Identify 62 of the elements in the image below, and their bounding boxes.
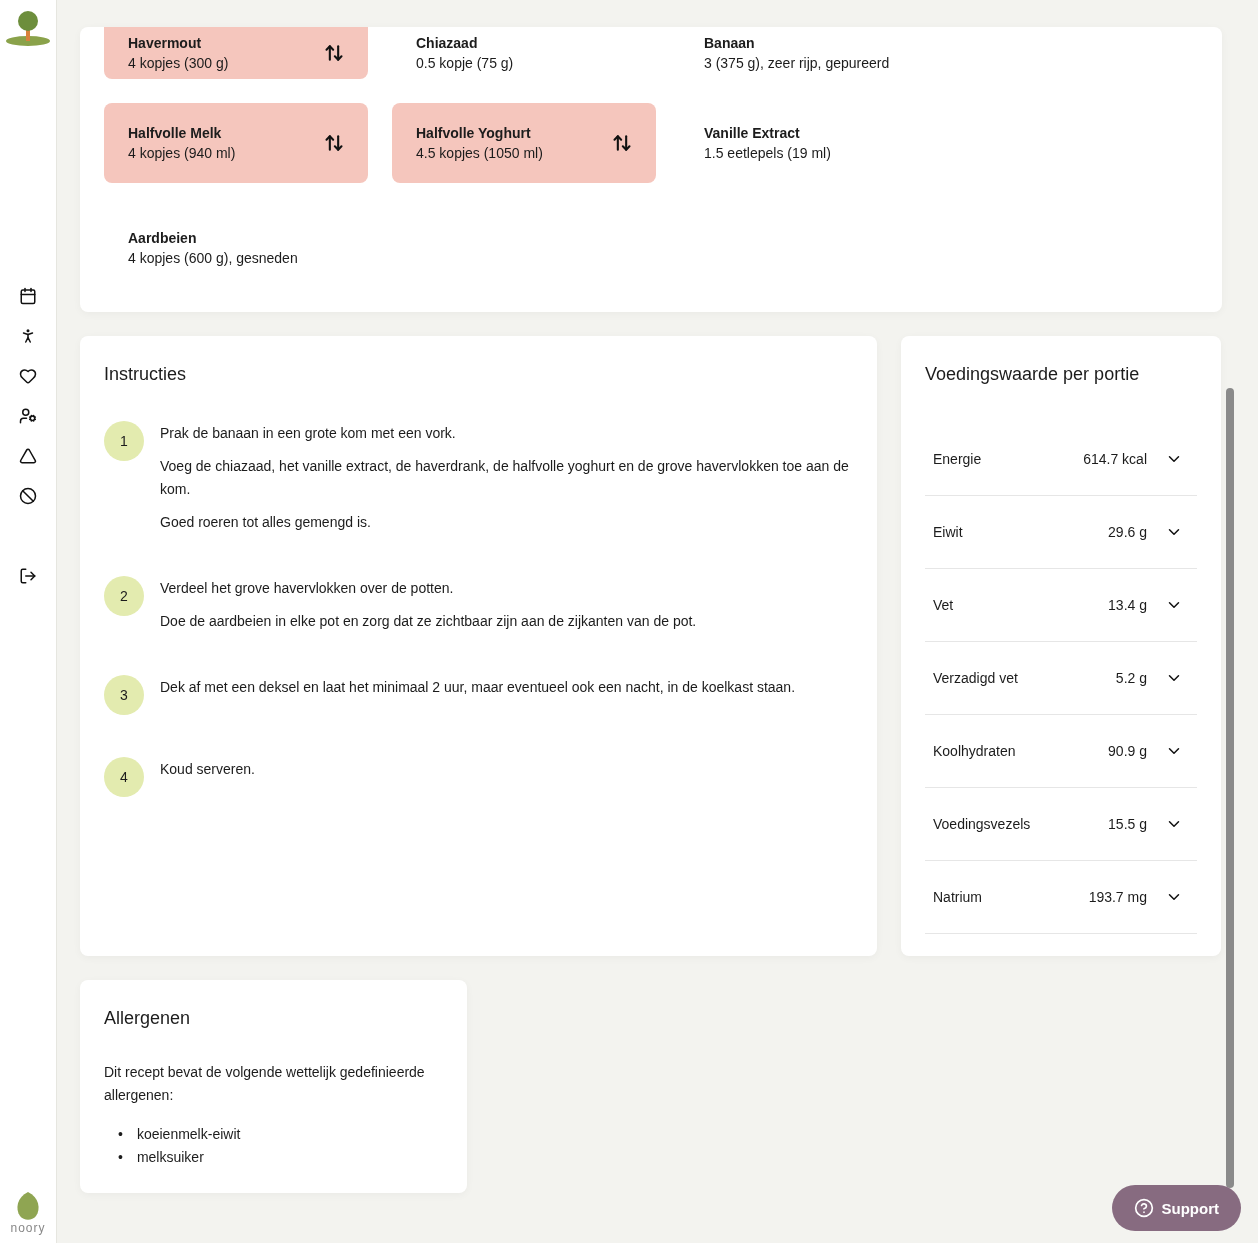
scrollbar-thumb[interactable] [1226,388,1234,1188]
step-text: Goed roeren tot alles gemengd is. [160,513,372,532]
step-text: Doe de aardbeien in elke pot en zorg dat ze zichtbaar zijn aan de zijkanten van de pot. [160,612,697,631]
ingredient-name: Halfvolle Melk [128,125,223,142]
step-text: Koud serveren. [160,760,255,779]
nutrient-label: Voedingsvezels [933,816,1032,832]
ingredient-name: Havermout [128,35,203,51]
step-number: 1 [104,421,144,461]
bullet: • [118,1148,123,1167]
pyramid-icon[interactable] [18,446,38,466]
ingredient-name: Chiazaad [416,35,479,51]
ingredient-name: Vanille Extract [704,125,801,142]
step-text: Voeg de chiazaad, het vanille extract, de haverdrank, de halfvolle yoghurt en de grove havervlokken toe aan de kom. [160,457,850,499]
step-number: 2 [104,576,144,616]
step-number: 4 [104,757,144,797]
card-title: Allergenen [104,1008,192,1029]
nutrient-label: Eiwit [933,524,964,540]
nutrient-label: Natrium [933,889,983,905]
nutrient-label: Koolhydraten [933,743,1017,759]
swap-icon[interactable] [324,133,344,154]
nutrient-value: 614.7 kcal [1083,451,1147,467]
allergens-intro: Dit recept bevat de volgende wettelijk gedefinieerde allergenen: [104,1063,426,1105]
step-number: 3 [104,675,144,715]
calendar-icon[interactable] [18,286,38,306]
ingredient-amount: 4 kopjes (600 g), gesneden [128,249,298,266]
bullet: • [118,1125,123,1144]
nutrient-value: 13.4 g [1108,597,1147,613]
ingredient-amount: 4 kopjes (300 g) [128,55,229,71]
nutrient-value: 90.9 g [1108,743,1147,759]
step-text: Verdeel het grove havervlokken over de potten. [160,579,455,598]
heart-icon[interactable] [18,366,38,386]
ingredient-name: Aardbeien [128,229,198,246]
allergen-item: koeienmelk-eiwit [136,1125,241,1144]
nutrient-label: Vet [933,597,955,613]
nutrient-value: 29.6 g [1108,524,1147,540]
bud-logo-icon [15,1191,41,1221]
support-button[interactable]: Support [1111,1185,1241,1231]
ingredient-amount: 4.5 kopjes (1050 ml) [416,145,543,162]
step-text: Prak de banaan in een grote kom met een vork. [160,424,457,443]
nutrient-value: 5.2 g [1115,670,1147,686]
ingredient-amount: 0.5 kopje (75 g) [416,55,514,71]
help-icon [1133,1198,1154,1218]
ingredient-name: Banaan [704,35,756,51]
swap-icon[interactable] [612,133,632,154]
allergen-item: melksuiker [136,1148,204,1167]
tree-logo-icon [5,10,51,46]
nutrient-label: Verzadigd vet [933,670,1019,686]
prohibited-icon[interactable] [18,486,38,506]
ingredient-amount: 3 (375 g), zeer rijp, gepureerd [704,55,890,71]
ingredient-name: Halfvolle Yoghurt [416,125,532,142]
step-text: Dek af met een deksel en laat het minimaal 2 uur, maar eventueel ook een nacht, in de koelkast staan. [160,678,796,697]
logout-icon[interactable] [18,566,38,586]
nutrient-label: Energie [933,451,983,467]
nutrient-value: 193.7 mg [1088,889,1147,905]
nutrient-value: 15.5 g [1108,816,1147,832]
brand-name: noory [10,1221,46,1235]
user-settings-icon[interactable] [18,406,38,426]
ingredient-amount: 1.5 eetlepels (19 ml) [704,145,831,162]
swap-icon[interactable] [324,43,344,63]
card-title: Voedingswaarde per portie [925,364,1141,385]
card-title: Instructies [104,364,188,385]
ingredient-amount: 4 kopjes (940 ml) [128,145,236,162]
